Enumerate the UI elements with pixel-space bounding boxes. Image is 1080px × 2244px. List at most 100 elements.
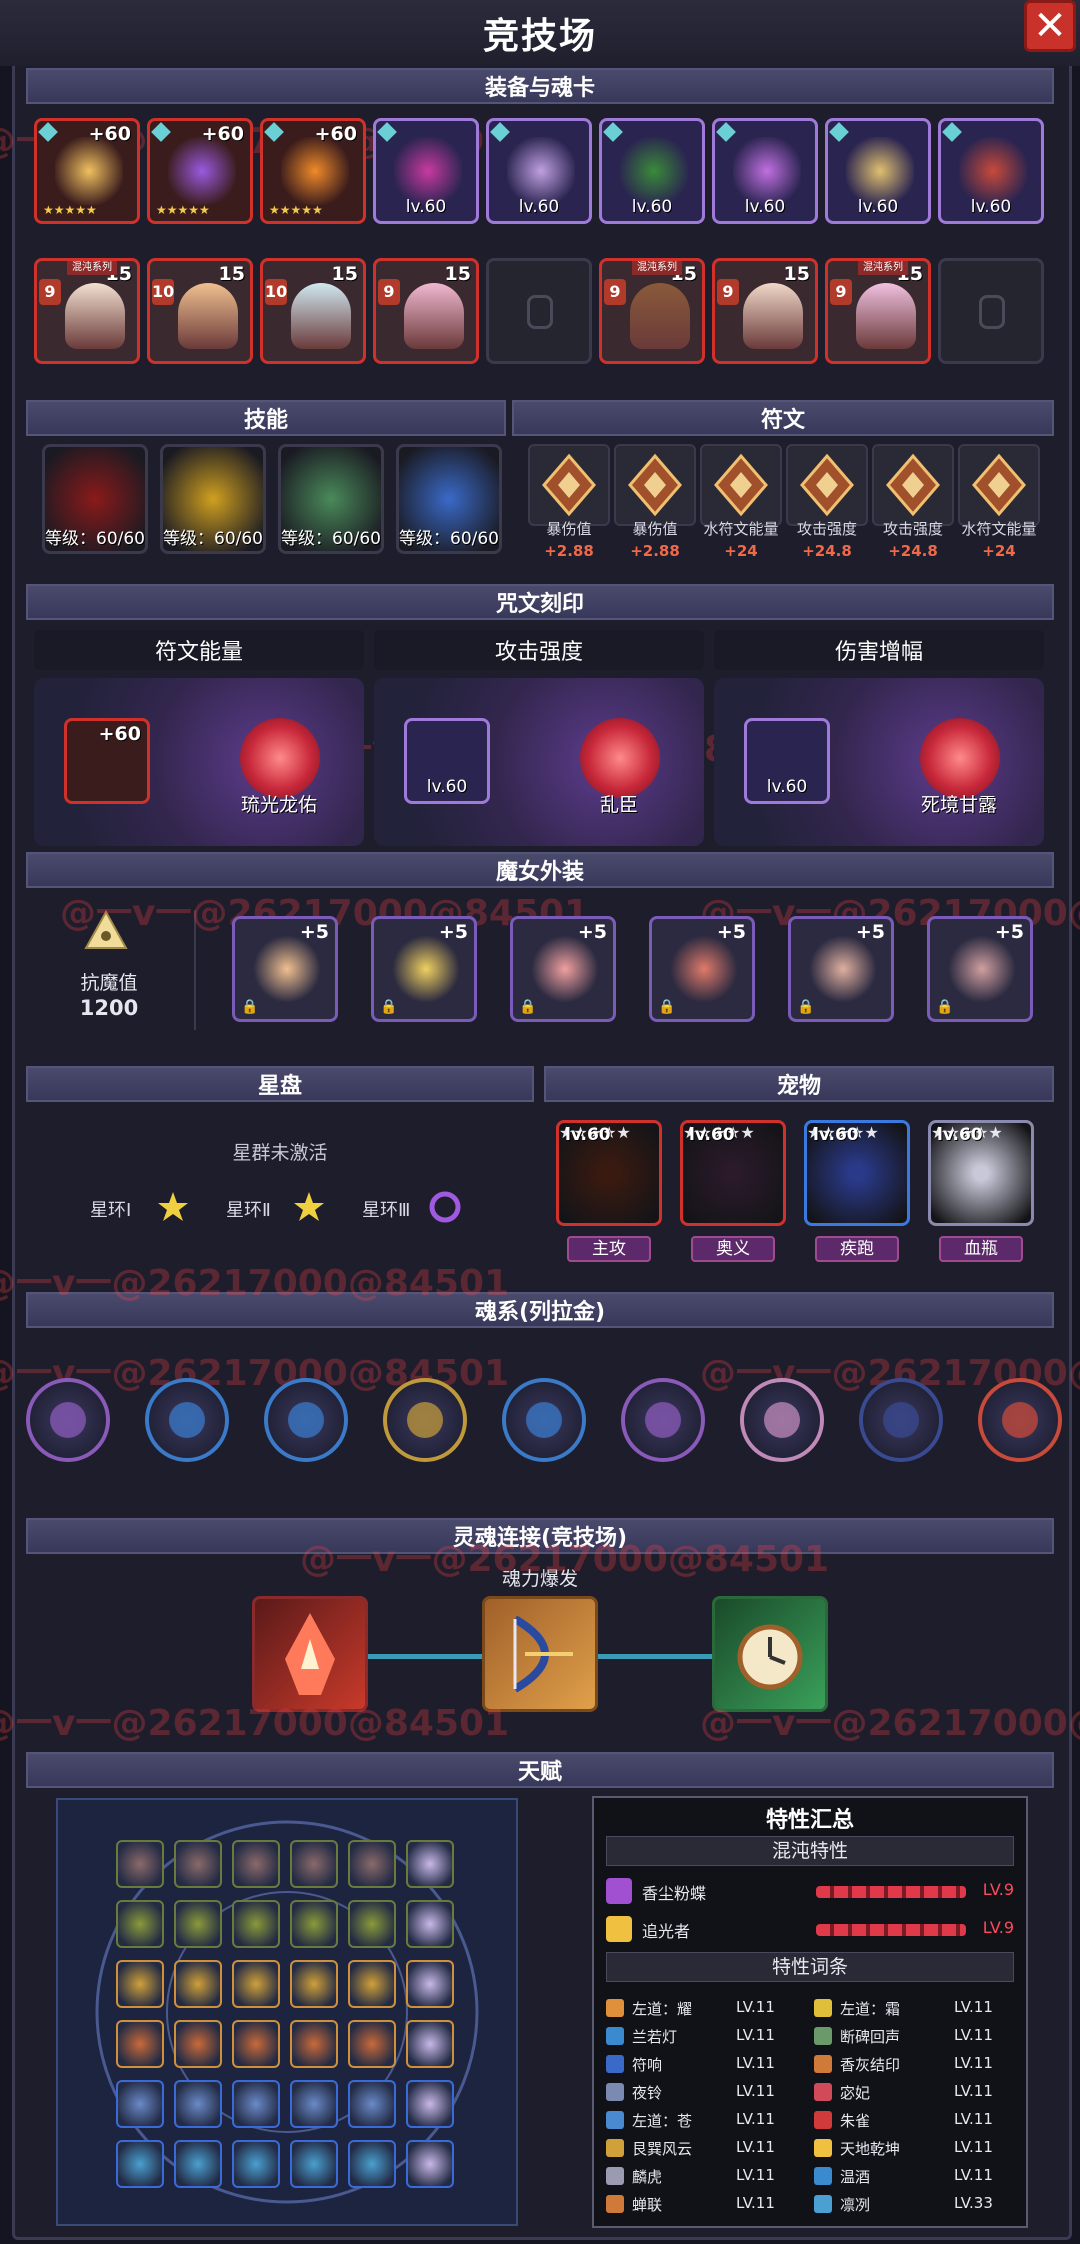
engraving-item[interactable]: +60 [64, 718, 150, 804]
talent-node[interactable] [116, 2020, 164, 2068]
costume-slot[interactable]: +5 🔒 [649, 916, 755, 1022]
talent-node[interactable] [174, 2080, 222, 2128]
talent-tree[interactable] [56, 1798, 518, 2226]
talent-node[interactable] [116, 1960, 164, 2008]
talent-node[interactable] [348, 1900, 396, 1948]
equipment-slot-flame[interactable]: +60 ★★★★★ [260, 118, 366, 224]
soul-link-flame-icon[interactable] [252, 1596, 368, 1712]
talent-node[interactable] [232, 1840, 280, 1888]
soul-node[interactable] [859, 1378, 943, 1462]
equipment-slot-potion[interactable]: lv.60 [712, 118, 818, 224]
soul-card[interactable]: 10 15 [147, 258, 253, 364]
soul-node[interactable] [145, 1378, 229, 1462]
talent-node[interactable] [232, 2140, 280, 2188]
soul-node[interactable] [621, 1378, 705, 1462]
skill-slot[interactable]: 等级：60/60 [278, 444, 384, 554]
soul-node[interactable] [740, 1378, 824, 1462]
close-button[interactable]: ✕ [1024, 0, 1076, 52]
soul-card[interactable]: 10 15 [260, 258, 366, 364]
soul-link-bow-icon[interactable] [482, 1596, 598, 1712]
talent-node[interactable] [406, 2020, 454, 2068]
engraving-item[interactable]: lv.60 [404, 718, 490, 804]
talent-node[interactable] [406, 1960, 454, 2008]
talent-node[interactable] [116, 1840, 164, 1888]
soul-node[interactable] [978, 1378, 1062, 1462]
costume-slot[interactable]: +5 🔒 [371, 916, 477, 1022]
rune-slot[interactable] [786, 444, 868, 526]
talent-node[interactable] [232, 2080, 280, 2128]
rune-slot[interactable] [528, 444, 610, 526]
trait-entry[interactable]: 夜铃 LV.11 [606, 2080, 806, 2106]
empty-card-slot[interactable] [486, 258, 592, 364]
talent-node[interactable] [290, 2020, 338, 2068]
trait-entry[interactable]: 天地乾坤 LV.11 [814, 2136, 1014, 2162]
engraving-card[interactable]: lv.60 乱臣 [374, 678, 704, 846]
pet-slot[interactable]: lv.60 ★★★★★ [804, 1120, 910, 1226]
costume-slot[interactable]: +5 🔒 [788, 916, 894, 1022]
equipment-slot-orb[interactable]: +60 ★★★★★ [147, 118, 253, 224]
skill-slot[interactable]: 等级：60/60 [160, 444, 266, 554]
talent-node[interactable] [290, 2080, 338, 2128]
rune-slot[interactable] [958, 444, 1040, 526]
trait-entry[interactable]: 宓妃 LV.11 [814, 2080, 1014, 2106]
talent-node[interactable] [348, 2080, 396, 2128]
trait-entry[interactable]: 蝉联 LV.11 [606, 2192, 806, 2218]
engraving-card[interactable]: lv.60 死境甘露 [714, 678, 1044, 846]
soul-card[interactable]: 9 15 混沌系列 [599, 258, 705, 364]
rune-slot[interactable] [872, 444, 954, 526]
talent-node[interactable] [232, 2020, 280, 2068]
trait-entry[interactable]: 断碑回声 LV.11 [814, 2024, 1014, 2050]
trait-entry[interactable]: 麟虎 LV.11 [606, 2164, 806, 2190]
talent-node[interactable] [290, 1840, 338, 1888]
equipment-slot-weapon[interactable]: +60 ★★★★★ [34, 118, 140, 224]
soul-node[interactable] [383, 1378, 467, 1462]
talent-node[interactable] [232, 1900, 280, 1948]
pet-slot[interactable]: lv.60 ★★★★★ [928, 1120, 1034, 1226]
rune-slot[interactable] [700, 444, 782, 526]
costume-slot[interactable]: +5 🔒 [510, 916, 616, 1022]
talent-node[interactable] [348, 1960, 396, 2008]
trait-entry[interactable]: 左道：耀 LV.11 [606, 1996, 806, 2022]
trait-entry[interactable]: 符响 LV.11 [606, 2052, 806, 2078]
talent-node[interactable] [406, 1840, 454, 1888]
talent-node[interactable] [290, 1960, 338, 2008]
talent-node[interactable] [116, 2140, 164, 2188]
soul-node[interactable] [26, 1378, 110, 1462]
soul-card[interactable]: 9 15 [712, 258, 818, 364]
empty-card-slot[interactable] [938, 258, 1044, 364]
soul-node[interactable] [502, 1378, 586, 1462]
talent-node[interactable] [116, 2080, 164, 2128]
engraving-item[interactable]: lv.60 [744, 718, 830, 804]
costume-slot[interactable]: +5 🔒 [927, 916, 1033, 1022]
trait-entry[interactable]: 凛冽 LV.33 [814, 2192, 1014, 2218]
equipment-slot-staff[interactable]: lv.60 [373, 118, 479, 224]
skill-slot[interactable]: 等级：60/60 [396, 444, 502, 554]
chaos-trait-row[interactable]: 香尘粉蝶 LV.9 [606, 1876, 1014, 1908]
pet-slot[interactable]: lv.60 ★★★★★ [556, 1120, 662, 1226]
chaos-trait-row[interactable]: 追光者 LV.9 [606, 1914, 1014, 1946]
equipment-slot-warrior[interactable]: lv.60 [599, 118, 705, 224]
equipment-slot-boot[interactable]: lv.60 [938, 118, 1044, 224]
talent-node[interactable] [174, 1840, 222, 1888]
pet-slot[interactable]: lv.60 ★★★★★ [680, 1120, 786, 1226]
trait-entry[interactable]: 左道：霜 LV.11 [814, 1996, 1014, 2022]
talent-node[interactable] [232, 1960, 280, 2008]
talent-node[interactable] [348, 2020, 396, 2068]
talent-node[interactable] [406, 2080, 454, 2128]
soul-node[interactable] [264, 1378, 348, 1462]
soul-card[interactable]: 9 15 [373, 258, 479, 364]
skill-slot[interactable]: 等级：60/60 [42, 444, 148, 554]
talent-node[interactable] [406, 1900, 454, 1948]
trait-entry[interactable]: 左道：苍 LV.11 [606, 2108, 806, 2134]
trait-entry[interactable]: 朱雀 LV.11 [814, 2108, 1014, 2134]
trait-entry[interactable]: 香灰结印 LV.11 [814, 2052, 1014, 2078]
talent-node[interactable] [290, 2140, 338, 2188]
talent-node[interactable] [116, 1900, 164, 1948]
costume-slot[interactable]: +5 🔒 [232, 916, 338, 1022]
trait-entry[interactable]: 温酒 LV.11 [814, 2164, 1014, 2190]
rune-slot[interactable] [614, 444, 696, 526]
talent-node[interactable] [290, 1900, 338, 1948]
equipment-slot-axe[interactable]: lv.60 [486, 118, 592, 224]
soul-link-clock-icon[interactable] [712, 1596, 828, 1712]
equipment-slot-ring[interactable]: lv.60 [825, 118, 931, 224]
